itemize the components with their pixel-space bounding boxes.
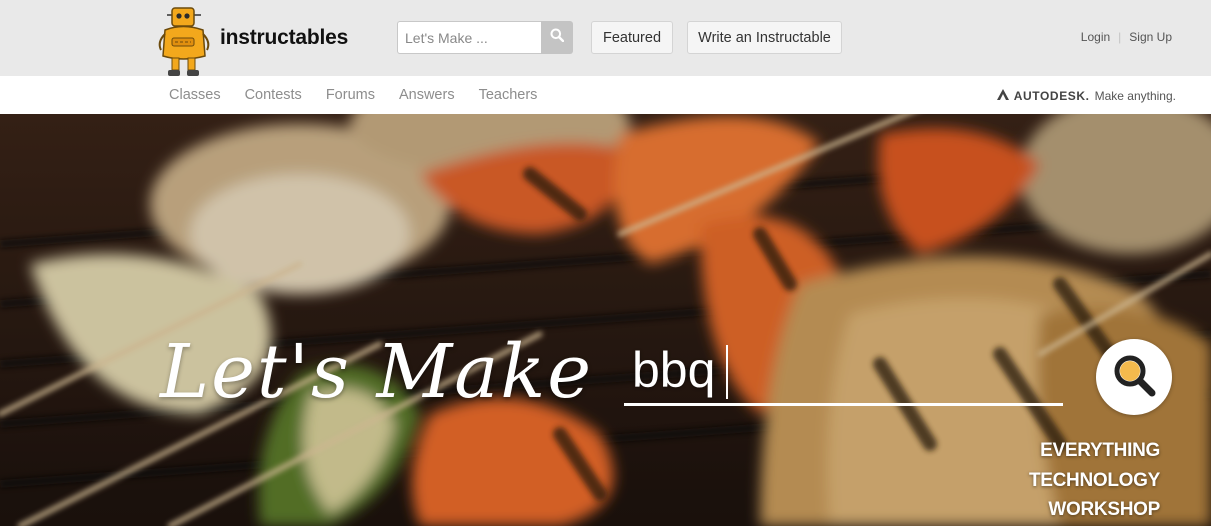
hero-search-button[interactable] — [1096, 339, 1172, 415]
auth-divider: | — [1118, 30, 1122, 44]
nav-item-contests[interactable]: Contests — [245, 87, 302, 103]
hero-search-input[interactable] — [624, 336, 1063, 406]
nav-item-classes[interactable]: Classes — [169, 87, 221, 103]
search-icon — [550, 28, 565, 47]
brand-name[interactable]: instructables — [220, 26, 348, 50]
auth-links: Login | Sign Up — [1081, 30, 1172, 44]
nav-item-answers[interactable]: Answers — [399, 87, 455, 103]
nav-item-teachers[interactable]: Teachers — [479, 87, 538, 103]
category-workshop[interactable]: WORKSHOP — [1029, 495, 1160, 525]
top-header: instructables Featured Write an Instruct… — [0, 0, 1211, 76]
write-instructable-button[interactable]: Write an Instructable — [687, 21, 842, 54]
hero-categories: EVERYTHING TECHNOLOGY WORKSHOP — [1029, 436, 1160, 525]
autodesk-tagline: Make anything. — [1094, 89, 1176, 103]
signup-link[interactable]: Sign Up — [1129, 30, 1172, 44]
nav-item-forums[interactable]: Forums — [326, 87, 375, 103]
hero-banner: Let's Make EVERYTHING TECHNOLOGY WORKSHO… — [0, 114, 1211, 526]
main-nav: Classes Contests Forums Answers Teachers… — [0, 76, 1211, 114]
hero-title: Let's Make — [160, 329, 594, 415]
autodesk-sponsor[interactable]: AUTODESK. Make anything. — [996, 88, 1176, 104]
autodesk-name: AUTODESK. — [1013, 89, 1090, 103]
search-icon — [1109, 350, 1159, 405]
robot-mascot-icon[interactable] — [155, 6, 213, 78]
hero-search — [624, 336, 1063, 408]
header-search — [397, 21, 573, 54]
category-technology[interactable]: TECHNOLOGY — [1029, 466, 1160, 496]
login-link[interactable]: Login — [1081, 30, 1110, 44]
text-cursor — [726, 345, 728, 399]
featured-button[interactable]: Featured — [591, 21, 673, 54]
header-search-button[interactable] — [541, 21, 573, 54]
header-search-input[interactable] — [397, 21, 541, 54]
category-everything[interactable]: EVERYTHING — [1029, 436, 1160, 466]
autodesk-logo-icon — [996, 88, 1010, 104]
